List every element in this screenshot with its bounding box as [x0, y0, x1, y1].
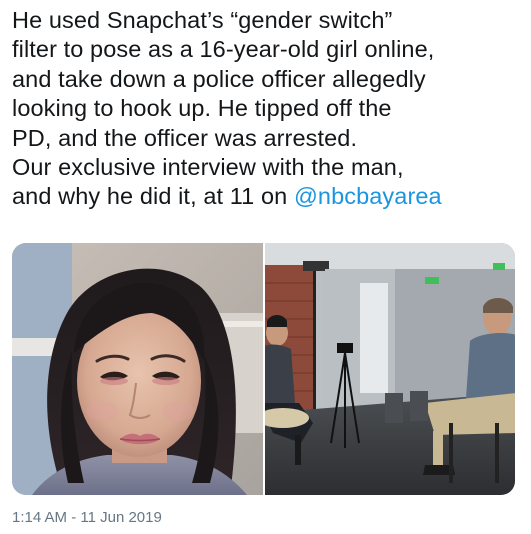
mention-link[interactable]: @nbcbayarea: [294, 183, 442, 209]
tweet-text-line: and why he did it, at 11 on: [12, 183, 294, 210]
tweet-text-line: filter to pose as a 16-year-old girl onl…: [12, 36, 435, 63]
photo-selfie[interactable]: [12, 243, 263, 495]
photo-interview[interactable]: [264, 243, 515, 495]
media-grid: [12, 243, 515, 495]
selfie-photo-icon: [12, 243, 263, 495]
tweet-timestamp[interactable]: 1:14 AM - 11 Jun 2019: [12, 509, 162, 527]
interview-photo-icon: [264, 243, 515, 495]
tweet-text-last-line: and why he did it, at 11 on @nbcbayarea: [12, 182, 522, 211]
tweet-text-line: looking to hook up. He tipped off the: [12, 95, 392, 122]
tweet-text-line: Our exclusive interview with the man,: [12, 154, 404, 181]
tweet-text-line: and take down a police officer allegedly: [12, 65, 426, 92]
tweet-card: He used Snapchat’s “gender switch” filte…: [0, 0, 531, 534]
tweet-text-line: He used Snapchat’s “gender switch”: [12, 7, 393, 33]
tweet-text: He used Snapchat’s “gender switch” filte…: [12, 6, 522, 212]
tweet-text-line: PD, and the officer was arrested.: [12, 124, 358, 151]
